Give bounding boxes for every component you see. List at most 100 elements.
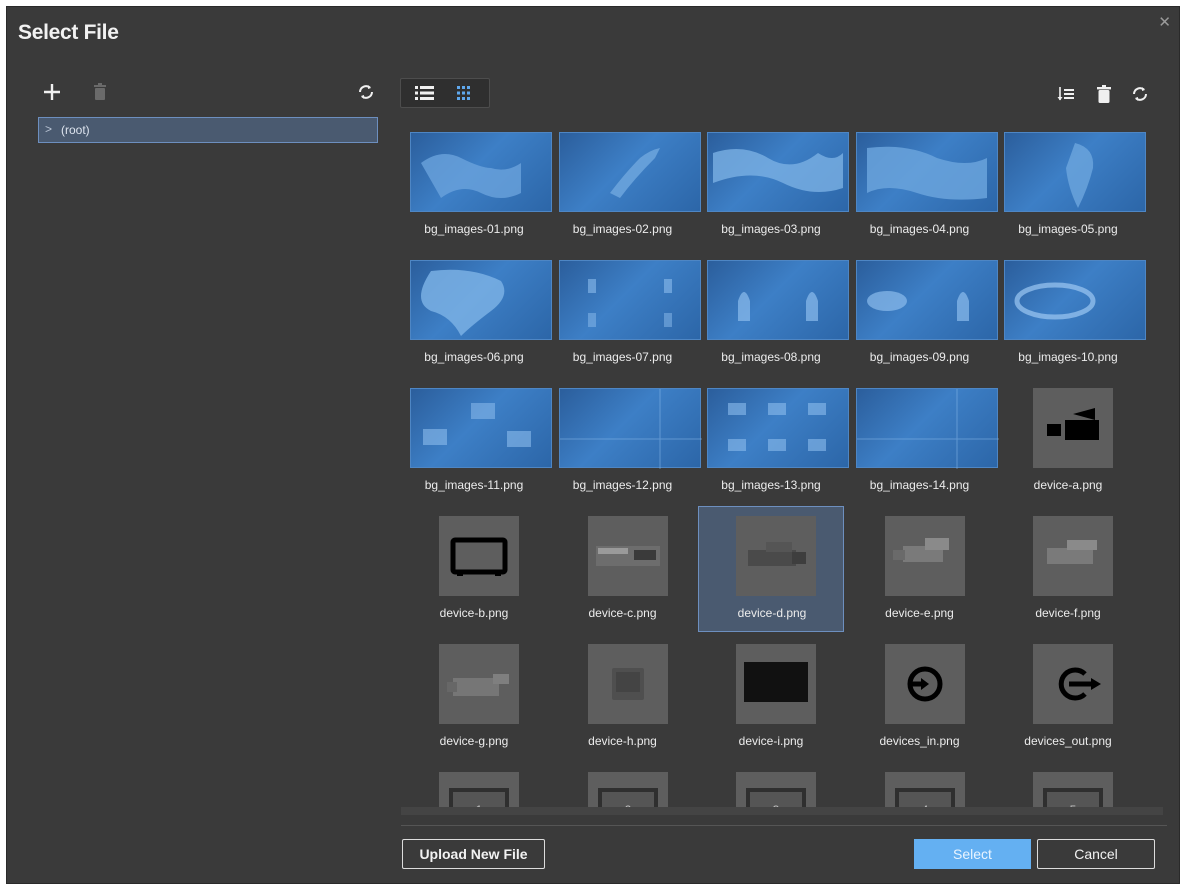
file-name: bg_images-06.png <box>424 350 524 364</box>
file-tile[interactable]: 2 <box>550 762 696 812</box>
file-tile[interactable]: bg_images-12.png <box>550 378 702 504</box>
file-tile[interactable]: bg_images-13.png <box>698 378 849 504</box>
cancel-button[interactable]: Cancel <box>1037 839 1155 869</box>
trash-icon[interactable] <box>89 81 111 103</box>
file-tile[interactable]: device-c.png <box>550 506 696 632</box>
file-tile[interactable]: 3 <box>698 762 844 812</box>
file-thumbnail <box>736 516 816 596</box>
file-thumbnail <box>1033 388 1113 468</box>
file-name: device-g.png <box>439 734 509 748</box>
file-tile[interactable]: bg_images-03.png <box>698 122 849 248</box>
file-thumbnail <box>707 260 849 340</box>
file-tile[interactable]: device-h.png <box>550 634 696 760</box>
file-tile[interactable]: device-f.png <box>995 506 1141 632</box>
file-thumbnail <box>410 388 552 468</box>
file-name: bg_images-07.png <box>572 350 673 364</box>
file-name: device-i.png <box>738 734 804 748</box>
file-tile[interactable]: device-i.png <box>698 634 844 760</box>
file-thumbnail <box>558 388 702 469</box>
file-thumbnail <box>855 132 998 212</box>
file-name: bg_images-05.png <box>1018 222 1118 236</box>
file-thumbnail <box>1004 132 1146 212</box>
file-thumbnail <box>558 132 701 212</box>
file-tile[interactable]: bg_images-07.png <box>550 250 701 376</box>
file-tile[interactable]: bg_images-08.png <box>698 250 849 376</box>
file-thumbnail <box>736 644 816 724</box>
file-tile[interactable]: 5 <box>995 762 1141 812</box>
file-name: device-h.png <box>588 734 657 748</box>
refresh-icon[interactable] <box>355 81 377 103</box>
file-tile[interactable]: bg_images-09.png <box>847 250 998 376</box>
file-tile[interactable]: device-g.png <box>401 634 547 760</box>
divider <box>401 825 1167 826</box>
file-tile[interactable]: bg_images-11.png <box>401 378 552 504</box>
file-name: devices_out.png <box>1024 734 1112 748</box>
file-thumbnail <box>1004 260 1146 340</box>
file-thumbnail <box>707 388 849 468</box>
file-thumbnail <box>884 516 965 596</box>
tree-item-label: (root) <box>61 123 90 137</box>
folder-tree-root[interactable]: > (root) <box>38 117 378 143</box>
grid-view-icon[interactable] <box>449 82 483 104</box>
file-tile[interactable]: bg_images-14.png <box>847 378 999 504</box>
file-thumbnail <box>1033 516 1113 596</box>
file-thumbnail <box>439 644 519 724</box>
select-button[interactable]: Select <box>914 839 1031 869</box>
file-name: device-e.png <box>885 606 954 620</box>
file-tile[interactable]: bg_images-04.png <box>847 122 998 248</box>
file-name: device-f.png <box>1035 606 1101 620</box>
select-file-dialog: Select File ✕ > (root) bg_images-01.png … <box>6 6 1180 884</box>
upload-new-file-button[interactable]: Upload New File <box>402 839 545 869</box>
file-tile[interactable]: devices_in.png <box>847 634 993 760</box>
file-thumbnail: 5 <box>1033 772 1113 812</box>
refresh-icon[interactable] <box>1129 83 1151 105</box>
file-name: devices_in.png <box>879 734 960 748</box>
file-thumbnail: 3 <box>736 772 816 812</box>
file-toolbar <box>1047 83 1157 107</box>
horizontal-scrollbar[interactable] <box>401 807 1163 815</box>
file-name: device-d.png <box>737 606 807 620</box>
file-tile[interactable]: 4 <box>847 762 993 812</box>
file-thumbnail <box>707 132 849 212</box>
file-name: bg_images-13.png <box>721 478 821 492</box>
file-tile[interactable]: devices_out.png <box>995 634 1141 760</box>
file-thumbnail: 2 <box>587 772 668 812</box>
file-name: bg_images-10.png <box>1018 350 1118 364</box>
sort-icon[interactable] <box>1055 83 1077 105</box>
file-tile[interactable]: device-a.png <box>995 378 1141 504</box>
trash-icon[interactable] <box>1093 83 1115 105</box>
view-toggle <box>400 78 490 108</box>
file-tile[interactable]: bg_images-01.png <box>401 122 552 248</box>
plus-icon[interactable] <box>41 81 63 103</box>
dialog-title: Select File <box>18 21 119 44</box>
file-thumbnail <box>439 516 519 596</box>
file-name: bg_images-12.png <box>572 478 673 492</box>
file-thumbnail <box>1033 644 1113 724</box>
file-tile[interactable]: device-e.png <box>847 506 993 632</box>
file-thumbnail <box>587 516 668 596</box>
file-tile[interactable]: bg_images-10.png <box>995 250 1146 376</box>
close-icon[interactable]: ✕ <box>1158 13 1171 31</box>
file-thumbnail: 1 <box>439 772 519 812</box>
file-thumbnail <box>410 260 552 340</box>
file-name: device-c.png <box>588 606 657 620</box>
file-tile[interactable]: bg_images-05.png <box>995 122 1146 248</box>
file-thumbnail <box>884 644 965 724</box>
file-tile[interactable]: bg_images-02.png <box>550 122 701 248</box>
file-tile[interactable]: device-d.png <box>698 506 844 632</box>
file-name: bg_images-11.png <box>424 478 524 492</box>
file-name: device-a.png <box>1033 478 1103 492</box>
file-thumbnail <box>558 260 701 340</box>
file-name: bg_images-14.png <box>869 478 970 492</box>
file-tile[interactable]: device-b.png <box>401 506 547 632</box>
file-thumbnail: 4 <box>884 772 965 812</box>
file-tile[interactable]: bg_images-06.png <box>401 250 552 376</box>
file-name: bg_images-08.png <box>721 350 821 364</box>
file-thumbnail <box>855 260 998 340</box>
chevron-right-icon[interactable]: > <box>45 122 52 136</box>
list-view-icon[interactable] <box>409 82 443 104</box>
file-name: bg_images-03.png <box>721 222 821 236</box>
file-name: bg_images-04.png <box>869 222 970 236</box>
file-name: bg_images-01.png <box>424 222 524 236</box>
file-tile[interactable]: 1 <box>401 762 547 812</box>
